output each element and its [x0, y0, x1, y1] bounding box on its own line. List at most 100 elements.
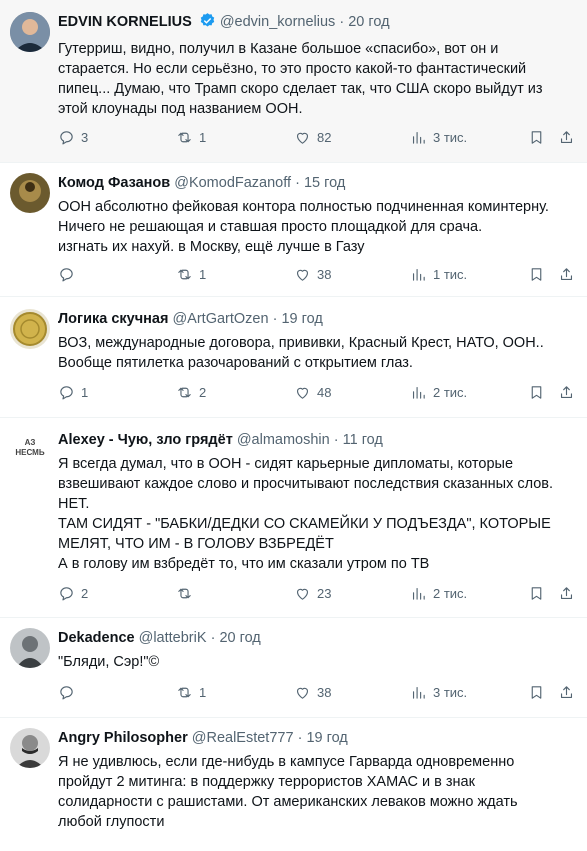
- tweet-reply[interactable]: Dekadence @lattebriK · 20 год "Бляди, Сэ…: [0, 618, 587, 718]
- author-handle[interactable]: @KomodFazanoff: [174, 175, 291, 191]
- like-button[interactable]: 48: [294, 381, 331, 403]
- timestamp[interactable]: 15 год: [304, 175, 345, 191]
- reply-icon: [60, 385, 73, 399]
- tweet-header: EDVIN KORNELIUS @edvin_kornelius · 20 го…: [58, 12, 573, 35]
- like-button[interactable]: 38: [294, 681, 331, 703]
- like-icon: [296, 687, 309, 699]
- retweet-icon: [178, 588, 191, 598]
- author-handle[interactable]: @RealEstet777: [192, 730, 294, 746]
- share-icon: [560, 586, 573, 599]
- like-count: 38: [317, 684, 332, 700]
- separator: ·: [333, 432, 339, 448]
- author-handle[interactable]: @ArtGartOzen: [172, 311, 268, 327]
- avatar[interactable]: [10, 173, 50, 213]
- avatar[interactable]: АЗ НЕСМЬ: [10, 438, 50, 458]
- like-count: 48: [317, 384, 332, 400]
- author-handle[interactable]: @almamoshin: [237, 432, 330, 448]
- reply-count: 2: [81, 585, 89, 601]
- views-count: 1 тис.: [433, 266, 468, 282]
- bookmark-button[interactable]: [528, 381, 545, 403]
- views-icon: [412, 268, 425, 281]
- timestamp[interactable]: 19 год: [306, 730, 347, 746]
- share-icon: [560, 385, 573, 398]
- views-button[interactable]: 3 тис.: [410, 126, 467, 148]
- like-count: 38: [317, 266, 332, 282]
- timestamp[interactable]: 11 год: [343, 432, 383, 448]
- reply-button[interactable]: [58, 681, 81, 703]
- share-button[interactable]: [558, 681, 575, 703]
- avatar[interactable]: [10, 309, 50, 349]
- views-icon: [412, 686, 425, 699]
- retweet-button[interactable]: 1: [176, 126, 206, 148]
- bookmark-button[interactable]: [528, 126, 545, 148]
- tweet-reply[interactable]: Комод Фазанов @KomodFazanoff · 15 год ОО…: [0, 163, 587, 297]
- reply-count: 1: [81, 384, 89, 400]
- tweet-text: Я всегда думал, что в ООН - сидят карьер…: [58, 456, 554, 572]
- views-count: 3 тис.: [433, 129, 468, 145]
- reply-button[interactable]: 3: [58, 126, 88, 148]
- tweet-reply[interactable]: АЗ НЕСМЬ Alexey - Чую, зло грядёт @almam…: [0, 418, 587, 618]
- reply-button[interactable]: [58, 263, 81, 285]
- share-icon: [560, 130, 573, 143]
- avatar[interactable]: [10, 12, 50, 52]
- like-icon: [296, 588, 309, 600]
- timestamp[interactable]: 20 год: [219, 630, 260, 646]
- reply-button[interactable]: 1: [58, 381, 88, 403]
- bookmark-button[interactable]: [528, 681, 545, 703]
- views-button[interactable]: 3 тис.: [410, 681, 467, 703]
- tweet-header: Dekadence @lattebriK · 20 год: [58, 628, 573, 648]
- author-name[interactable]: EDVIN KORNELIUS: [58, 14, 192, 30]
- tweet-text: ООН абсолютно фейковая контора полностью…: [58, 199, 549, 255]
- retweet-button[interactable]: [176, 582, 199, 604]
- reply-icon: [60, 130, 73, 144]
- author-name[interactable]: Alexey - Чую, зло грядёт: [58, 432, 233, 448]
- author-name[interactable]: Логика скучная: [58, 311, 168, 327]
- tweet-text: ВОЗ, международные договора, прививки, К…: [58, 335, 544, 371]
- views-icon: [412, 131, 425, 144]
- avatar[interactable]: [10, 728, 50, 768]
- reply-icon: [60, 267, 73, 281]
- share-button[interactable]: [558, 582, 575, 604]
- views-button[interactable]: 2 тис.: [410, 582, 467, 604]
- action-bar: 3 1 82 3 тис.: [58, 126, 573, 148]
- author-name[interactable]: Комод Фазанов: [58, 175, 170, 191]
- timestamp[interactable]: 19 год: [281, 311, 322, 327]
- bookmark-icon: [531, 130, 542, 144]
- author-handle[interactable]: @edvin_kornelius: [220, 14, 335, 30]
- separator: ·: [210, 630, 216, 646]
- author-name[interactable]: Angry Philosopher: [58, 730, 188, 746]
- tweet-reply[interactable]: Angry Philosopher @RealEstet777 · 19 год…: [0, 718, 587, 851]
- views-count: 3 тис.: [433, 684, 468, 700]
- verified-icon: [199, 12, 216, 35]
- share-button[interactable]: [558, 381, 575, 403]
- tweet-reply[interactable]: Логика скучная @ArtGartOzen · 19 год ВОЗ…: [0, 297, 587, 418]
- bookmark-icon: [531, 586, 542, 600]
- action-bar: 2 23 2 тис.: [58, 582, 573, 604]
- share-button[interactable]: [558, 263, 575, 285]
- like-button[interactable]: 82: [294, 126, 331, 148]
- author-handle[interactable]: @lattebriK: [139, 630, 207, 646]
- tweet-header: Логика скучная @ArtGartOzen · 19 год: [58, 309, 573, 329]
- like-button[interactable]: 38: [294, 263, 331, 285]
- views-button[interactable]: 2 тис.: [410, 381, 467, 403]
- share-button[interactable]: [558, 126, 575, 148]
- views-icon: [412, 386, 425, 399]
- retweet-button[interactable]: 1: [176, 681, 206, 703]
- share-icon: [560, 267, 573, 280]
- tweet-main[interactable]: EDVIN KORNELIUS @edvin_kornelius · 20 го…: [0, 0, 587, 163]
- separator: ·: [339, 14, 345, 30]
- author-name[interactable]: Dekadence: [58, 630, 135, 646]
- bookmark-button[interactable]: [528, 263, 545, 285]
- retweet-button[interactable]: 2: [176, 381, 206, 403]
- tweet-header: Angry Philosopher @RealEstet777 · 19 год: [58, 728, 573, 748]
- reply-count: 3: [81, 129, 89, 145]
- reply-button[interactable]: 2: [58, 582, 88, 604]
- bookmark-button[interactable]: [528, 582, 545, 604]
- timestamp[interactable]: 20 год: [348, 14, 389, 30]
- action-bar: 1 2 48 2 тис.: [58, 381, 573, 403]
- tweet-header: Alexey - Чую, зло грядёт @almamoshin · 1…: [58, 430, 573, 450]
- views-button[interactable]: 1 тис.: [410, 263, 467, 285]
- retweet-button[interactable]: 1: [176, 263, 206, 285]
- like-button[interactable]: 23: [294, 582, 331, 604]
- avatar[interactable]: [10, 628, 50, 668]
